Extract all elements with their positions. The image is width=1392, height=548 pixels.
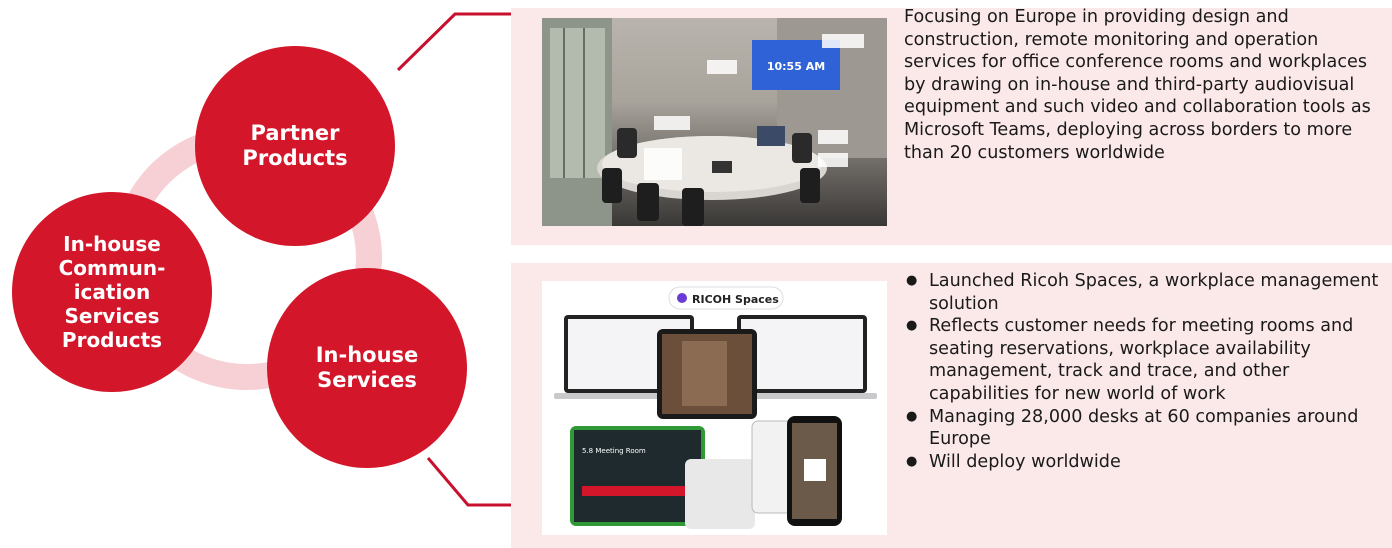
partner-products-circle: Partner Products (195, 46, 395, 246)
bullet-item: Launched Ricoh Spaces, a workplace manag… (906, 270, 1392, 315)
services-bullet-list: Launched Ricoh Spaces, a workplace manag… (906, 270, 1392, 473)
ricoh-logo-icon (677, 293, 687, 303)
inhouse-products-label: In-house Commun- ication Services Produc… (58, 232, 166, 352)
partner-products-label: Partner Products (242, 120, 348, 170)
ricoh-spaces-badge: RICOH Spaces (692, 293, 779, 306)
ricoh-spaces-photo: RICOH Spaces 5.8 Meeting Room (542, 281, 887, 535)
bullet-item: Will deploy worldwide (906, 451, 1392, 474)
display-time: 10:55 AM (767, 60, 825, 73)
bullet-item: Reflects customer needs for meeting room… (906, 315, 1392, 405)
bullet-item: Managing 28,000 desks at 60 companies ar… (906, 406, 1392, 451)
conference-room-photo: 10:55 AM (542, 18, 887, 226)
meeting-room-label: 5.8 Meeting Room (582, 447, 646, 455)
partner-description: Focusing on Europe in providing design a… (904, 7, 1371, 163)
top-connector (396, 12, 520, 72)
inhouse-products-circle: In-house Commun- ication Services Produc… (12, 192, 212, 392)
inhouse-services-label: In-house Services (315, 342, 419, 392)
inhouse-services-circle: In-house Services (267, 268, 467, 468)
bottom-connector (426, 457, 520, 507)
